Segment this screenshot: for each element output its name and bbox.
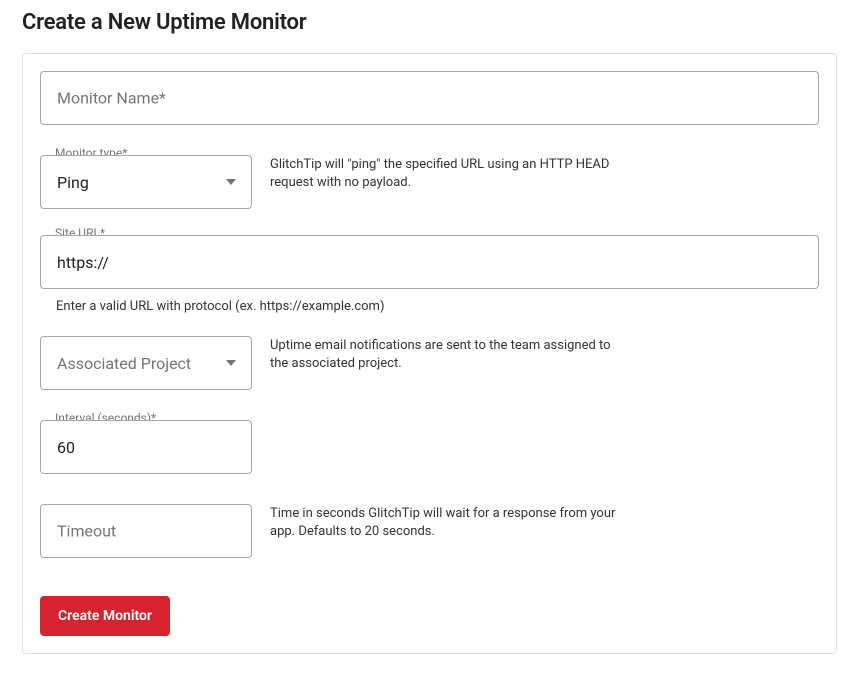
associated-project-field: Associated Project xyxy=(40,336,252,390)
monitor-type-field: Monitor type* Ping xyxy=(40,155,252,209)
chevron-down-icon xyxy=(219,351,243,375)
site-url-input-wrap[interactable] xyxy=(40,235,819,289)
associated-project-label: Associated Project xyxy=(41,354,219,373)
create-monitor-button[interactable]: Create Monitor xyxy=(40,596,170,636)
site-url-field: Site URL* xyxy=(40,235,819,289)
chevron-down-icon xyxy=(219,170,243,194)
timeout-help: Time in seconds GlitchTip will wait for … xyxy=(270,504,630,540)
page-title: Create a New Uptime Monitor xyxy=(22,10,837,35)
timeout-field: Timeout xyxy=(40,504,252,558)
site-url-hint: Enter a valid URL with protocol (ex. htt… xyxy=(40,299,819,314)
timeout-input-wrap[interactable]: Timeout xyxy=(40,504,252,558)
interval-input-wrap[interactable] xyxy=(40,420,252,474)
monitor-type-select[interactable]: Ping xyxy=(40,155,252,209)
interval-field: Interval (seconds)* xyxy=(40,420,252,474)
interval-input[interactable] xyxy=(41,421,251,473)
monitor-type-value: Ping xyxy=(41,173,219,192)
timeout-input[interactable] xyxy=(41,505,251,557)
associated-project-help: Uptime email notifications are sent to t… xyxy=(270,336,630,372)
form-card: Monitor Name* Monitor type* Ping GlitchT… xyxy=(22,53,837,654)
monitor-name-field: Monitor Name* xyxy=(40,71,819,125)
monitor-name-input-wrap[interactable]: Monitor Name* xyxy=(40,71,819,125)
monitor-type-help: GlitchTip will "ping" the specified URL … xyxy=(270,155,630,191)
monitor-name-input[interactable] xyxy=(41,72,818,124)
associated-project-select[interactable]: Associated Project xyxy=(40,336,252,390)
site-url-input[interactable] xyxy=(41,236,818,288)
